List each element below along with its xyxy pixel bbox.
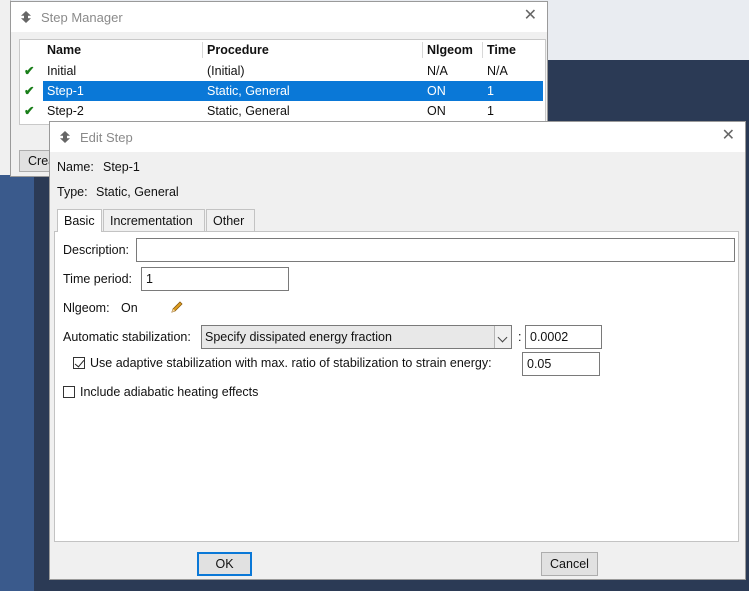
selection-highlight [43, 81, 543, 101]
step-name: Step-2 [47, 104, 84, 118]
step-manager-title: Step Manager [41, 9, 123, 25]
step-procedure: Static, General [207, 84, 290, 98]
adaptive-ratio-input[interactable]: 0.05 [522, 352, 600, 376]
app-icon [58, 130, 72, 144]
close-icon[interactable]: ✕ [524, 7, 537, 25]
step-nlgeom: ON [427, 104, 446, 118]
pencil-icon[interactable] [169, 299, 185, 315]
name-label: Name: [57, 160, 94, 174]
background-viewport [0, 175, 34, 591]
description-label: Description: [63, 243, 129, 257]
edit-step-titlebar[interactable]: Edit Step ✕ [50, 122, 745, 152]
ok-button[interactable]: OK [197, 552, 252, 576]
cancel-button[interactable]: Cancel [541, 552, 598, 576]
auto-stabilization-select[interactable]: Specify dissipated energy fraction [201, 325, 512, 349]
step-nlgeom: N/A [427, 64, 448, 78]
table-row[interactable]: ✔ Initial (Initial) N/A N/A [20, 61, 545, 81]
auto-stabilization-selected: Specify dissipated energy fraction [205, 330, 392, 344]
step-time: 1 [487, 104, 494, 118]
adiabatic-heating-checkbox[interactable] [63, 386, 75, 398]
nlgeom-value: On [121, 301, 138, 315]
table-row[interactable]: ✔ Step-2 Static, General ON 1 [20, 101, 545, 121]
energy-fraction-input[interactable]: 0.0002 [525, 325, 602, 349]
step-nlgeom: ON [427, 84, 446, 98]
step-time: N/A [487, 64, 508, 78]
tab-incrementation[interactable]: Incrementation [103, 209, 205, 231]
column-header-procedure[interactable]: Procedure [207, 40, 269, 60]
green-check-icon: ✔ [24, 84, 35, 98]
time-period-label: Time period: [63, 272, 133, 286]
adiabatic-heating-label: Include adiabatic heating effects [80, 385, 259, 399]
tab-basic[interactable]: Basic [57, 209, 102, 232]
description-input[interactable] [136, 238, 735, 262]
green-check-icon: ✔ [24, 104, 35, 118]
step-procedure: Static, General [207, 104, 290, 118]
type-label: Type: [57, 185, 88, 199]
basic-tab-panel: Description: Time period: 1 Nlgeom: On A… [54, 231, 739, 542]
green-check-icon: ✔ [24, 64, 35, 78]
column-header-time[interactable]: Time [487, 40, 516, 60]
column-divider[interactable] [422, 42, 423, 58]
adaptive-stabilization-label: Use adaptive stabilization with max. rat… [90, 356, 492, 370]
time-period-input[interactable]: 1 [141, 267, 289, 291]
table-header: Name Procedure Nlgeom Time [20, 40, 545, 60]
app-icon [19, 10, 33, 24]
step-name: Initial [47, 64, 77, 78]
auto-stabilization-label: Automatic stabilization: [63, 330, 191, 344]
column-divider[interactable] [482, 42, 483, 58]
steps-table: Name Procedure Nlgeom Time ✔ Initial (In… [19, 39, 546, 125]
step-procedure: (Initial) [207, 64, 245, 78]
table-row-selected[interactable]: ✔ Step-1 Static, General ON 1 [20, 81, 545, 101]
name-value: Step-1 [103, 160, 140, 174]
chevron-down-icon[interactable] [494, 326, 511, 348]
adaptive-stabilization-checkbox[interactable] [73, 357, 85, 369]
tab-other[interactable]: Other [206, 209, 255, 231]
close-icon[interactable]: ✕ [722, 127, 735, 145]
column-header-nlgeom[interactable]: Nlgeom [427, 40, 473, 60]
colon-separator: : [518, 330, 522, 344]
step-manager-titlebar[interactable]: Step Manager ✕ [11, 2, 547, 32]
edit-step-dialog: Edit Step ✕ Name: Step-1 Type: Static, G… [49, 121, 746, 580]
type-value: Static, General [96, 185, 179, 199]
step-time: 1 [487, 84, 494, 98]
column-header-name[interactable]: Name [47, 40, 81, 60]
edit-step-title: Edit Step [80, 129, 133, 145]
column-divider[interactable] [202, 42, 203, 58]
step-name: Step-1 [47, 84, 84, 98]
nlgeom-label: Nlgeom: [63, 301, 110, 315]
